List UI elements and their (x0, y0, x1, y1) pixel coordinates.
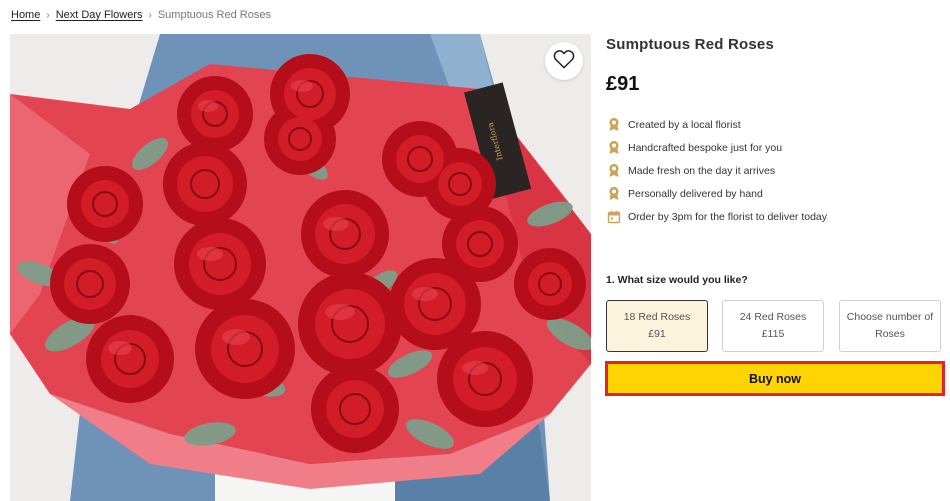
breadcrumb: Home › Next Day Flowers › Sumptuous Red … (11, 9, 271, 21)
feature-list: Created by a local florist Handcrafted b… (606, 113, 827, 228)
buy-now-label: Buy now (748, 371, 802, 386)
calendar-icon (606, 209, 622, 225)
size-question: 1. What size would you like? (606, 274, 748, 286)
heart-icon (553, 49, 575, 74)
florist-badge-icon (606, 186, 622, 202)
chevron-right-icon: › (46, 9, 50, 21)
florist-badge-icon (606, 163, 622, 179)
feature-text: Created by a local florist (628, 118, 741, 131)
size-option-label: 24 Red Roses (739, 311, 807, 323)
size-option-custom[interactable]: Choose number of Roses (839, 300, 941, 352)
breadcrumb-home-link[interactable]: Home (11, 9, 40, 21)
product-price: £91 (606, 73, 640, 95)
feature-item: Order by 3pm for the florist to deliver … (606, 205, 827, 228)
feature-text: Order by 3pm for the florist to deliver … (628, 210, 828, 223)
feature-text: Handcrafted bespoke just for you (628, 141, 783, 154)
breadcrumb-current: Sumptuous Red Roses (157, 9, 271, 21)
feature-item: Made fresh on the day it arrives (606, 159, 827, 182)
rose-bouquet-illustration: Interflora (10, 34, 591, 501)
breadcrumb-category-link[interactable]: Next Day Flowers (56, 9, 143, 21)
buy-now-button[interactable]: Buy now (605, 361, 945, 396)
feature-item: Handcrafted bespoke just for you (606, 136, 827, 159)
size-option-label: Choose number of (846, 311, 934, 323)
chevron-right-icon: › (148, 9, 152, 21)
size-option-sub: Roses (875, 328, 905, 340)
wishlist-button[interactable] (545, 42, 583, 80)
product-title: Sumptuous Red Roses (606, 36, 774, 53)
feature-item: Created by a local florist (606, 113, 827, 136)
feature-text: Personally delivered by hand (628, 187, 763, 200)
feature-text: Made fresh on the day it arrives (628, 164, 776, 177)
florist-badge-icon (606, 117, 622, 133)
size-option-label: 18 Red Roses (623, 311, 691, 323)
product-image[interactable]: Interflora (10, 34, 591, 501)
size-option-price: £115 (761, 328, 785, 340)
florist-badge-icon (606, 140, 622, 156)
size-option-18-roses[interactable]: 18 Red Roses £91 (606, 300, 708, 352)
size-option-price: £91 (648, 328, 666, 340)
size-option-24-roses[interactable]: 24 Red Roses £115 (722, 300, 824, 352)
feature-item: Personally delivered by hand (606, 182, 827, 205)
